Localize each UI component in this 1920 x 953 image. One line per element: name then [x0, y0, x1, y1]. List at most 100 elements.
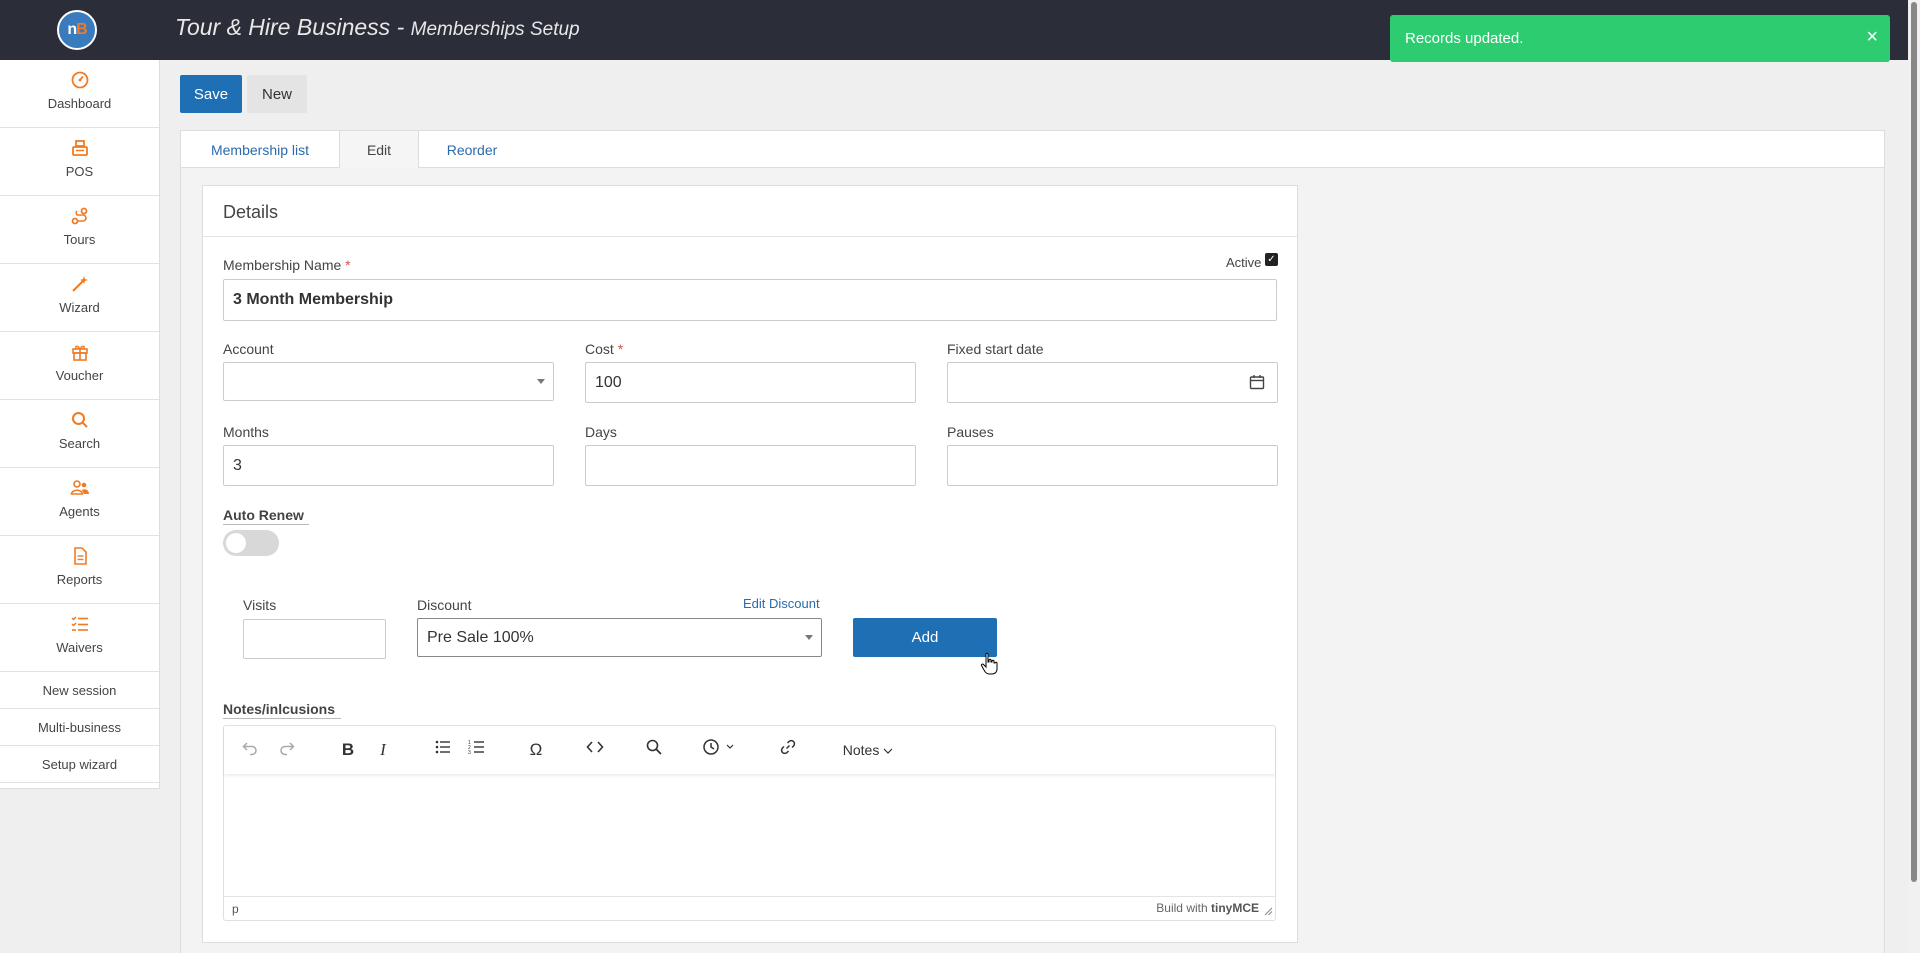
insert-datetime-icon[interactable] [700, 738, 744, 762]
membership-name-value: 3 Month Membership [233, 291, 394, 308]
sidebar-item-label: Waivers [56, 640, 103, 655]
months-input[interactable]: 3 [223, 445, 554, 486]
sidebar-item-waivers[interactable]: Waivers [0, 604, 159, 672]
italic-icon[interactable]: I [371, 738, 395, 762]
link-icon[interactable] [776, 738, 800, 762]
cost-label-text: Cost [585, 341, 614, 357]
active-label: Active [1226, 255, 1262, 270]
add-button[interactable]: Add [853, 618, 997, 657]
sidebar-item-label: Wizard [59, 300, 100, 315]
account-label: Account [223, 341, 274, 357]
hand-cursor-icon [980, 652, 998, 680]
discount-value: Pre Sale 100% [427, 629, 534, 646]
tab-edit[interactable]: Edit [339, 131, 419, 168]
business-name: Tour & Hire Business - [175, 14, 411, 40]
success-toast: Records updated. × [1390, 15, 1890, 62]
format-menu-label: Notes [842, 742, 880, 758]
active-checkbox[interactable]: ✓ [1265, 253, 1278, 266]
bold-icon[interactable]: B [336, 738, 360, 762]
dashboard-icon [0, 70, 159, 92]
page-scrollbar[interactable] [1908, 0, 1920, 953]
sidebar-item-voucher[interactable]: Voucher [0, 332, 159, 400]
sidebar-item-dashboard[interactable]: Dashboard [0, 60, 159, 128]
sidebar-link-new-session[interactable]: New session [0, 672, 159, 709]
logo-text-n: n [67, 21, 77, 38]
gift-icon [0, 342, 159, 364]
pauses-label: Pauses [947, 424, 994, 440]
element-path[interactable]: p [232, 902, 239, 916]
cost-value: 100 [595, 374, 622, 391]
days-input[interactable] [585, 445, 916, 486]
toast-message: Records updated. [1405, 30, 1524, 47]
tab-reorder[interactable]: Reorder [417, 131, 527, 168]
edit-discount-link[interactable]: Edit Discount [743, 596, 820, 611]
bullet-list-icon[interactable] [431, 738, 455, 762]
search-replace-icon[interactable] [642, 738, 666, 762]
notes-underline [223, 718, 341, 719]
toast-close-icon[interactable]: × [1866, 27, 1878, 47]
tab-membership-list[interactable]: Membership list [181, 131, 339, 168]
sidebar-item-label: POS [65, 164, 94, 179]
undo-icon[interactable] [238, 738, 262, 762]
card-header: Details [203, 186, 1297, 237]
notes-editor: B I 123 Ω Notes p Build with tinyMCE [223, 725, 1276, 921]
auto-renew-underline [223, 524, 309, 525]
editor-statusbar: p Build with tinyMCE [224, 896, 1275, 920]
report-icon [0, 546, 159, 568]
required-mark: * [617, 341, 624, 357]
source-code-icon[interactable] [583, 738, 607, 762]
membership-name-label-text: Membership Name [223, 257, 342, 273]
redo-icon[interactable] [275, 738, 299, 762]
branding-text: Build with [1156, 901, 1208, 915]
editor-toolbar: B I 123 Ω Notes [224, 726, 1275, 774]
special-character-icon[interactable]: Ω [524, 738, 548, 762]
sidebar: Dashboard POS Tours Wizard Voucher Searc… [0, 60, 160, 789]
card-title: Details [223, 202, 279, 222]
svg-text:3: 3 [468, 750, 471, 756]
save-button[interactable]: Save [180, 75, 242, 113]
register-icon [0, 138, 159, 160]
pauses-input[interactable] [947, 445, 1278, 486]
editor-content-area[interactable] [224, 774, 1275, 896]
numbered-list-icon[interactable]: 123 [465, 738, 489, 762]
chevron-down-icon [537, 379, 545, 384]
discount-select[interactable]: Pre Sale 100% [417, 618, 822, 657]
sidebar-item-reports[interactable]: Reports [0, 536, 159, 604]
sidebar-item-label: Dashboard [47, 96, 112, 111]
branding-name: tinyMCE [1211, 901, 1259, 915]
new-button[interactable]: New [247, 75, 307, 113]
chevron-down-icon [883, 748, 893, 754]
fixed-start-date-label: Fixed start date [947, 341, 1044, 357]
sidebar-item-agents[interactable]: Agents [0, 468, 159, 536]
sidebar-item-tours[interactable]: Tours [0, 196, 159, 264]
chevron-down-icon [805, 635, 813, 640]
calendar-icon[interactable] [1249, 374, 1265, 395]
sidebar-item-label: Reports [56, 572, 103, 587]
auto-renew-toggle[interactable] [223, 530, 279, 556]
sidebar-item-pos[interactable]: POS [0, 128, 159, 196]
page-subtitle: Memberships Setup [410, 19, 580, 40]
cost-input[interactable]: 100 [585, 362, 916, 403]
months-value: 3 [233, 457, 242, 474]
days-label: Days [585, 424, 617, 440]
visits-input[interactable] [243, 619, 386, 659]
users-icon [0, 478, 159, 500]
fixed-start-date-input[interactable] [947, 362, 1278, 403]
format-menu[interactable]: Notes [838, 738, 898, 762]
toggle-knob [226, 533, 246, 553]
sidebar-item-search[interactable]: Search [0, 400, 159, 468]
logo-text-b: B [76, 21, 88, 38]
membership-name-input[interactable]: 3 Month Membership [223, 279, 1277, 321]
notes-label: Notes/inlcusions [223, 701, 336, 717]
sidebar-item-label: Search [58, 436, 101, 451]
scrollbar-thumb[interactable] [1911, 2, 1917, 882]
sidebar-item-wizard[interactable]: Wizard [0, 264, 159, 332]
sidebar-link-multi-business[interactable]: Multi-business [0, 709, 159, 746]
resize-handle-icon[interactable] [1263, 905, 1273, 919]
magic-wand-icon [0, 274, 159, 296]
discount-label: Discount [417, 597, 472, 613]
app-logo[interactable]: nB [57, 10, 97, 50]
sidebar-link-setup-wizard[interactable]: Setup wizard [0, 746, 159, 783]
tinymce-branding[interactable]: Build with tinyMCE [1156, 901, 1259, 915]
account-select[interactable] [223, 362, 554, 401]
